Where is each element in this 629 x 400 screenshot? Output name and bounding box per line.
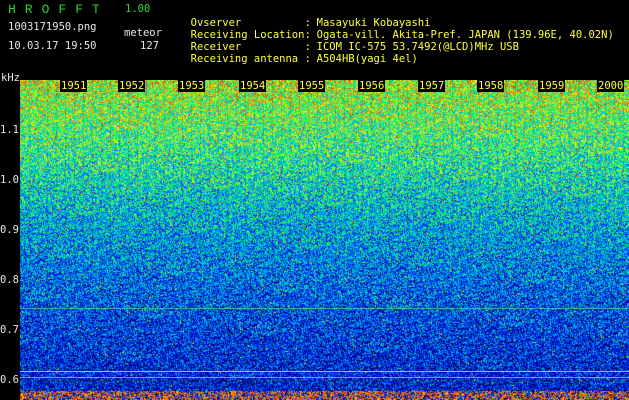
app-version: 1.00 (125, 3, 151, 15)
y-tick-label: 0.7 (0, 324, 19, 336)
antenna-row: Receiving antenna: A504HB(yagi 4el) (178, 41, 418, 65)
mode-label: meteor (124, 27, 162, 39)
antenna-label: Receiving antenna (190, 53, 299, 65)
x-tick-label: 1951 (60, 80, 88, 92)
x-tick-label: 1954 (239, 80, 267, 92)
spectrogram-canvas (20, 80, 629, 400)
y-unit-label: kHz (1, 72, 20, 84)
colon: : (304, 53, 311, 65)
y-tick-label: 0.9 (0, 224, 19, 236)
carrier-line (20, 377, 629, 378)
x-tick-label: 1956 (358, 80, 386, 92)
x-tick-label: 1955 (298, 80, 326, 92)
carrier-line (20, 308, 629, 309)
meteor-count: 127 (140, 40, 159, 52)
capture-datetime: 10.03.17 19:50 (8, 40, 97, 52)
y-tick-label: 1.0 (0, 174, 19, 186)
x-tick-label: 1959 (538, 80, 566, 92)
file-name: 1003171950.png (8, 21, 97, 33)
y-tick-label: 0.6 (0, 374, 19, 386)
y-tick-label: 1.1 (0, 124, 19, 136)
x-tick-label: 1958 (477, 80, 505, 92)
x-tick-label: 1957 (418, 80, 446, 92)
y-tick-label: 0.8 (0, 274, 19, 286)
antenna-value: A504HB(yagi 4el) (316, 53, 418, 65)
app-title: HROFFT (8, 2, 109, 17)
x-tick-label: 2000 (597, 80, 625, 92)
spectrogram (20, 80, 629, 400)
x-tick-label: 1953 (178, 80, 206, 92)
carrier-line (20, 371, 629, 372)
x-tick-label: 1952 (118, 80, 146, 92)
